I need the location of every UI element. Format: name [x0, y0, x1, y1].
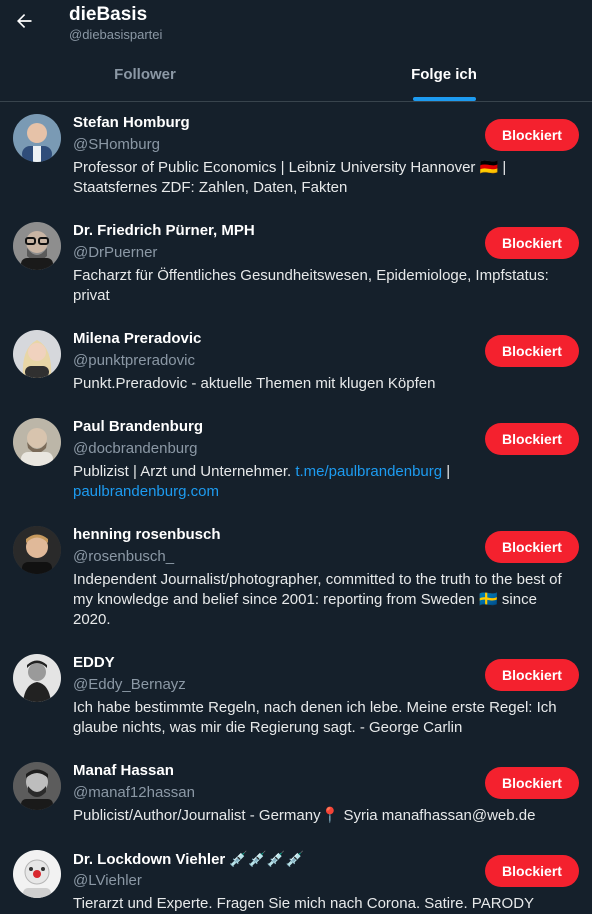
user-bio: Publizist | Arzt und Unternehmer. t.me/p…	[73, 462, 583, 502]
bio-line: Publizist | Arzt und Unternehmer. t.me/p…	[73, 462, 583, 482]
avatar[interactable]	[13, 222, 61, 270]
bio-line: Publicist/Author/Journalist - Germany📍 S…	[73, 807, 536, 824]
avatar[interactable]	[13, 762, 61, 810]
user-name[interactable]: Dr. Friedrich Pürner, MPH	[73, 222, 255, 239]
page-title: dieBasis	[69, 4, 148, 25]
blocked-button[interactable]: Blockiert	[485, 423, 579, 455]
tab-following[interactable]: Folge ich	[296, 48, 592, 101]
bio-line: glaube nichts, was mir die Regierung sag…	[73, 719, 463, 736]
user-bio: Professor of Public Economics | Leibniz …	[73, 158, 583, 198]
user-bio: Facharzt für Öffentliches Gesundheitswes…	[73, 266, 583, 306]
arrow-left-icon	[17, 14, 32, 28]
blocked-button[interactable]: Blockiert	[485, 855, 579, 887]
bio-text: Publizist | Arzt und Unternehmer.	[73, 463, 296, 480]
tab-bar: Follower Folge ich	[0, 48, 592, 102]
bio-line: Staatsfernes ZDF: Zahlen, Daten, Fakten	[73, 179, 348, 196]
bio-line: Facharzt für Öffentliches Gesundheitswes…	[73, 267, 549, 284]
blocked-button[interactable]: Blockiert	[485, 335, 579, 367]
user-bio: Punkt.Preradovic - aktuelle Themen mit k…	[73, 374, 583, 394]
active-tab-indicator	[413, 97, 476, 101]
blocked-button[interactable]: Blockiert	[485, 531, 579, 563]
blocked-button[interactable]: Blockiert	[485, 227, 579, 259]
user-handle[interactable]: @punktpreradovic	[73, 352, 195, 369]
bio-line: Independent Journalist/photographer, com…	[73, 571, 562, 588]
user-name[interactable]: Manaf Hassan	[73, 762, 174, 779]
tab-label: Follower	[114, 66, 176, 83]
avatar[interactable]	[13, 850, 61, 898]
bio-line: Tierarzt und Experte. Fragen Sie mich na…	[73, 895, 535, 912]
blocked-button[interactable]: Blockiert	[485, 767, 579, 799]
user-name[interactable]: Milena Preradovic	[73, 330, 201, 347]
user-handle[interactable]: @docbrandenburg	[73, 440, 197, 457]
bio-line: my knowledge and belief since 2001: repo…	[73, 591, 537, 608]
avatar[interactable]	[13, 330, 61, 378]
user-handle[interactable]: @rosenbusch_	[73, 548, 174, 565]
user-name[interactable]: henning rosenbusch	[73, 526, 221, 543]
user-handle[interactable]: @LViehler	[73, 872, 142, 889]
bio-line: 2020.	[73, 611, 111, 628]
user-handle[interactable]: @DrPuerner	[73, 244, 157, 261]
bio-link[interactable]: t.me/paulbrandenburg	[295, 463, 442, 480]
bio-line: paulbrandenburg.com	[73, 482, 583, 502]
bio-text: |	[442, 463, 451, 480]
avatar[interactable]	[13, 526, 61, 574]
user-name[interactable]: EDDY	[73, 654, 115, 671]
bio-link[interactable]: paulbrandenburg.com	[73, 483, 219, 500]
user-bio: Publicist/Author/Journalist - Germany📍 S…	[73, 806, 583, 826]
bio-line: privat	[73, 287, 110, 304]
back-button[interactable]	[12, 9, 36, 33]
profile-header: dieBasis @diebasispartei	[0, 0, 592, 46]
user-name[interactable]: Dr. Lockdown Viehler 💉💉💉💉	[73, 850, 304, 868]
user-handle[interactable]: @SHomburg	[73, 136, 160, 153]
page-handle: @diebasispartei	[69, 27, 163, 42]
avatar[interactable]	[13, 654, 61, 702]
user-bio: Ich habe bestimmte Regeln, nach denen ic…	[73, 698, 583, 738]
user-name[interactable]: Stefan Homburg	[73, 114, 190, 131]
blocked-button[interactable]: Blockiert	[485, 119, 579, 151]
tab-follower[interactable]: Follower	[0, 48, 290, 101]
avatar[interactable]	[13, 418, 61, 466]
bio-line: Punkt.Preradovic - aktuelle Themen mit k…	[73, 375, 436, 392]
user-name[interactable]: Paul Brandenburg	[73, 418, 203, 435]
bio-line: Ich habe bestimmte Regeln, nach denen ic…	[73, 699, 557, 716]
user-handle[interactable]: @Eddy_Bernayz	[73, 676, 186, 693]
avatar[interactable]	[13, 114, 61, 162]
blocked-button[interactable]: Blockiert	[485, 659, 579, 691]
user-bio: Independent Journalist/photographer, com…	[73, 570, 583, 630]
user-bio: Tierarzt und Experte. Fragen Sie mich na…	[73, 894, 583, 914]
user-handle[interactable]: @manaf12hassan	[73, 784, 195, 801]
bio-line: Professor of Public Economics | Leibniz …	[73, 159, 507, 176]
tab-label: Folge ich	[411, 66, 477, 83]
